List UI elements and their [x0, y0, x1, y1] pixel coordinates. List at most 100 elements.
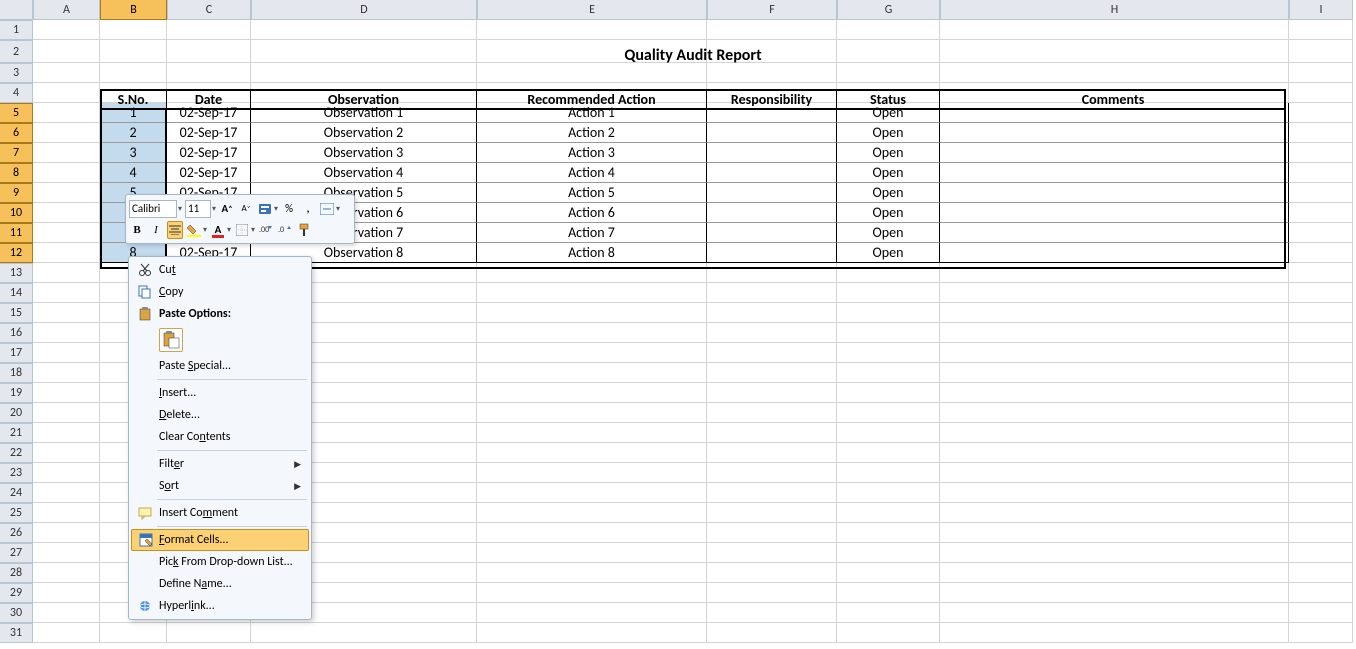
font-size-box[interactable]: 11	[185, 200, 211, 218]
cell-status-10[interactable]: Open	[837, 203, 940, 223]
col-header-b[interactable]: B	[100, 0, 167, 20]
cell-F17[interactable]	[707, 343, 837, 363]
cell-A6[interactable]	[33, 123, 100, 143]
ctx-paste-special[interactable]: Paste Special...	[131, 355, 309, 377]
cell-A23[interactable]	[33, 463, 100, 483]
cell-date-8[interactable]: 02-Sep-17	[167, 163, 251, 183]
cell-A9[interactable]	[33, 183, 100, 203]
cell-A11[interactable]	[33, 223, 100, 243]
cell-E19[interactable]	[477, 383, 707, 403]
cell-D1[interactable]	[251, 20, 477, 40]
cell-resp-10[interactable]	[707, 203, 837, 223]
cell-E21[interactable]	[477, 423, 707, 443]
cell-G14[interactable]	[837, 283, 940, 303]
cell-status-9[interactable]: Open	[837, 183, 940, 203]
cell-F27[interactable]	[707, 543, 837, 563]
row-header-17[interactable]: 17	[0, 343, 33, 363]
cell-H2[interactable]	[940, 40, 1289, 63]
borders-button[interactable]	[234, 221, 250, 239]
cell-E30[interactable]	[477, 603, 707, 623]
cell-I18[interactable]	[1289, 363, 1353, 383]
cell-I1[interactable]	[1289, 20, 1353, 40]
cell-A28[interactable]	[33, 563, 100, 583]
cell-G17[interactable]	[837, 343, 940, 363]
cell-I14[interactable]	[1289, 283, 1353, 303]
cell-E16[interactable]	[477, 323, 707, 343]
cell-H29[interactable]	[940, 583, 1289, 603]
cell-C1[interactable]	[167, 20, 251, 40]
cell-act-8[interactable]: Action 4	[477, 163, 707, 183]
cell-I3[interactable]	[1289, 63, 1353, 83]
cell-I5[interactable]	[1289, 103, 1353, 123]
cell-I17[interactable]	[1289, 343, 1353, 363]
row-header-3[interactable]: 3	[0, 63, 33, 83]
cell-E26[interactable]	[477, 523, 707, 543]
cell-E13[interactable]	[477, 263, 707, 283]
cell-E22[interactable]	[477, 443, 707, 463]
cell-A26[interactable]	[33, 523, 100, 543]
cell-I25[interactable]	[1289, 503, 1353, 523]
cell-resp-7[interactable]	[707, 143, 837, 163]
ctx-copy[interactable]: Copy	[131, 281, 309, 303]
cell-E18[interactable]	[477, 363, 707, 383]
cell-C31[interactable]	[167, 623, 251, 643]
cell-G25[interactable]	[837, 503, 940, 523]
cell-I2[interactable]	[1289, 40, 1353, 63]
format-painter-button[interactable]	[296, 221, 312, 239]
row-header-8[interactable]: 8	[0, 163, 33, 183]
row-header-19[interactable]: 19	[0, 383, 33, 403]
cell-C2[interactable]	[167, 40, 251, 63]
cell-G21[interactable]	[837, 423, 940, 443]
italic-button[interactable]: I	[148, 221, 164, 239]
cell-I28[interactable]	[1289, 563, 1353, 583]
cell-H25[interactable]	[940, 503, 1289, 523]
ctx-sort[interactable]: Sort ▶	[131, 475, 309, 497]
cell-F3[interactable]	[707, 63, 837, 83]
ctx-pick-from-list[interactable]: Pick From Drop-down List...	[131, 551, 309, 573]
cell-H23[interactable]	[940, 463, 1289, 483]
col-header-c[interactable]: C	[167, 0, 251, 20]
cell-I10[interactable]	[1289, 203, 1353, 223]
th-date[interactable]: Date	[167, 89, 251, 109]
select-all-corner[interactable]	[0, 0, 33, 20]
ctx-define-name[interactable]: Define Name...	[131, 573, 309, 595]
ctx-format-cells[interactable]: Format Cells...	[131, 529, 309, 551]
merge-dropdown-icon[interactable]: ▾	[336, 204, 340, 214]
cell-D2[interactable]	[251, 40, 477, 63]
cell-comm-9[interactable]	[940, 183, 1289, 203]
col-header-a[interactable]: A	[33, 0, 100, 20]
cell-act-12[interactable]: Action 8	[477, 243, 707, 263]
accounting-dropdown-icon[interactable]: ▾	[274, 204, 278, 214]
cell-H28[interactable]	[940, 563, 1289, 583]
cell-F30[interactable]	[707, 603, 837, 623]
cell-resp-8[interactable]	[707, 163, 837, 183]
fill-color-button[interactable]	[186, 221, 202, 239]
cell-resp-11[interactable]	[707, 223, 837, 243]
cell-H27[interactable]	[940, 543, 1289, 563]
th-comments[interactable]: Comments	[940, 89, 1286, 109]
cell-A12[interactable]	[33, 243, 100, 263]
cell-F31[interactable]	[707, 623, 837, 643]
row-header-15[interactable]: 15	[0, 303, 33, 323]
cell-H19[interactable]	[940, 383, 1289, 403]
cell-I26[interactable]	[1289, 523, 1353, 543]
row-header-14[interactable]: 14	[0, 283, 33, 303]
th-responsibility[interactable]: Responsibility	[707, 89, 837, 109]
cell-E29[interactable]	[477, 583, 707, 603]
cell-I6[interactable]	[1289, 123, 1353, 143]
cell-comm-7[interactable]	[940, 143, 1289, 163]
cell-G15[interactable]	[837, 303, 940, 323]
cell-F22[interactable]	[707, 443, 837, 463]
row-header-11[interactable]: 11	[0, 223, 33, 243]
cell-I30[interactable]	[1289, 603, 1353, 623]
cell-H18[interactable]	[940, 363, 1289, 383]
row-header-31[interactable]: 31	[0, 623, 33, 643]
cell-H3[interactable]	[940, 63, 1289, 83]
cell-F28[interactable]	[707, 563, 837, 583]
cell-E31[interactable]	[477, 623, 707, 643]
cell-F21[interactable]	[707, 423, 837, 443]
cell-date-6[interactable]: 02-Sep-17	[167, 123, 251, 143]
cell-resp-6[interactable]	[707, 123, 837, 143]
fill-color-dropdown-icon[interactable]: ▾	[203, 225, 207, 235]
cell-A4[interactable]	[33, 83, 100, 103]
